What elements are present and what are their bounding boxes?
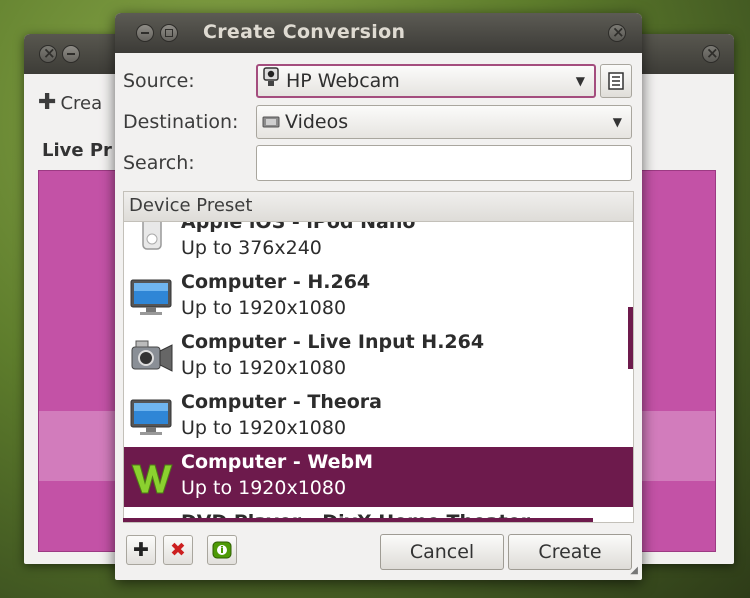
- preset-resolution: Up to 1920x1080: [181, 477, 347, 499]
- dialog-titlebar: Create Conversion: [115, 13, 642, 53]
- list-item-selected[interactable]: Computer - WebM Up to 1920x1080: [124, 447, 633, 507]
- background-close-button[interactable]: [39, 45, 57, 63]
- chevron-down-icon: ▼: [575, 74, 585, 88]
- chevron-down-icon: ▼: [612, 115, 622, 129]
- preset-resolution: Up to 1920x1080: [181, 297, 347, 319]
- add-icon: ✚: [133, 539, 149, 561]
- destination-label: Destination:: [123, 111, 239, 133]
- source-combo[interactable]: HP Webcam ▼: [256, 64, 596, 98]
- list-item[interactable]: Computer - H.264 Up to 1920x1080: [124, 267, 633, 327]
- list-item[interactable]: Apple iOS - iPod Nano Up to 376x240: [124, 222, 633, 267]
- monitor-icon: [130, 279, 172, 315]
- webcam-icon: [262, 66, 284, 97]
- add-preset-button[interactable]: ✚: [126, 535, 156, 565]
- background-create-label: Crea: [60, 93, 103, 114]
- list-item[interactable]: Computer - Theora Up to 1920x1080: [124, 387, 633, 447]
- create-conversion-dialog: Create Conversion Source: HP Webcam ▼ De…: [115, 13, 642, 580]
- preset-name: Computer - WebM: [181, 451, 374, 473]
- destination-value: Videos: [285, 111, 349, 133]
- preset-name: Apple iOS - iPod Nano: [181, 222, 416, 233]
- background-section-title: Live Pr: [42, 140, 112, 161]
- preset-info-button[interactable]: [207, 535, 237, 565]
- remove-preset-button[interactable]: ✖: [163, 535, 193, 565]
- cancel-button[interactable]: Cancel: [380, 534, 504, 570]
- folder-icon: [261, 107, 283, 139]
- ipod-icon: [142, 222, 162, 250]
- list-scrollbar-thumb[interactable]: [628, 307, 633, 369]
- preset-resolution: Up to 1920x1080: [181, 357, 347, 379]
- preset-resolution: Up to 1920x1080: [181, 417, 347, 439]
- dialog-title: Create Conversion: [203, 21, 406, 43]
- list-horizontal-scrollbar[interactable]: [123, 518, 593, 522]
- source-value: HP Webcam: [286, 70, 400, 92]
- create-button[interactable]: Create: [508, 534, 632, 570]
- camcorder-icon: [131, 340, 173, 372]
- source-label: Source:: [123, 70, 195, 92]
- remove-icon: ✖: [170, 539, 186, 561]
- background-close-right-button[interactable]: [702, 45, 720, 63]
- info-icon: [212, 541, 232, 559]
- preset-name: Computer - Live Input H.264: [181, 331, 485, 353]
- dialog-close-button[interactable]: [608, 24, 626, 42]
- background-minimize-button[interactable]: [62, 45, 80, 63]
- preset-resolution: Up to 376x240: [181, 237, 322, 259]
- device-preset-column-header[interactable]: Device Preset: [123, 191, 634, 222]
- search-label: Search:: [123, 152, 195, 174]
- preset-name: Computer - H.264: [181, 271, 371, 293]
- dialog-minimize-button[interactable]: [136, 24, 154, 42]
- search-input[interactable]: [256, 145, 632, 181]
- background-create-button[interactable]: ✚ Crea: [38, 90, 102, 115]
- dialog-maximize-button[interactable]: [160, 24, 178, 42]
- resize-grip-icon[interactable]: ◢: [630, 565, 638, 576]
- monitor-icon: [130, 399, 172, 435]
- source-properties-button[interactable]: [600, 64, 632, 98]
- list-icon: [608, 72, 624, 90]
- webm-icon: [131, 464, 173, 494]
- device-preset-list[interactable]: Apple iOS - iPod Nano Up to 376x240 Comp…: [123, 222, 634, 523]
- plus-icon: ✚: [38, 90, 57, 115]
- preset-name: Computer - Theora: [181, 391, 382, 413]
- destination-combo[interactable]: Videos ▼: [256, 105, 632, 139]
- list-item[interactable]: Computer - Live Input H.264 Up to 1920x1…: [124, 327, 633, 387]
